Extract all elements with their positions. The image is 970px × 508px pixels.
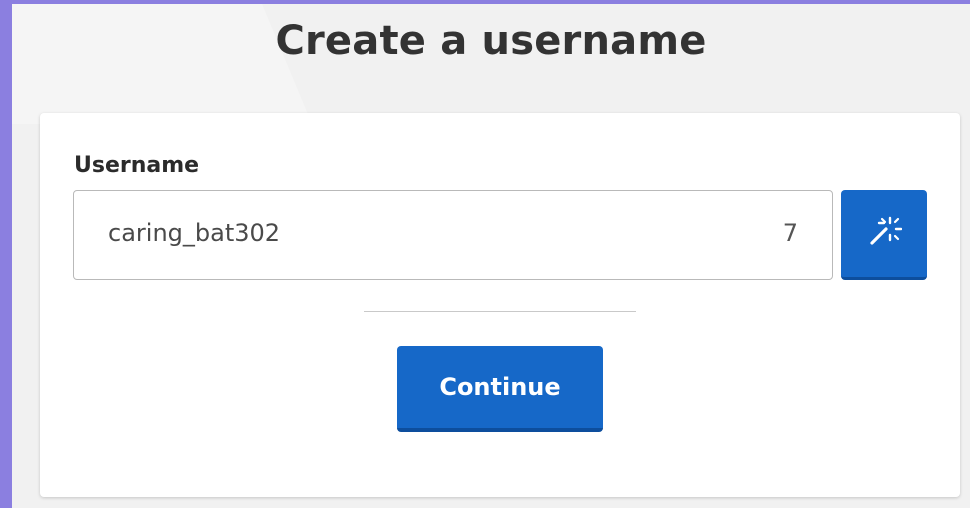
page-background: Create a username Username caring_bat302… [12, 4, 970, 508]
username-input[interactable]: caring_bat302 7 [73, 190, 833, 280]
character-count: 7 [782, 219, 798, 247]
username-card: Username caring_bat302 7 Continue [40, 113, 960, 497]
username-input-value[interactable]: caring_bat302 [108, 219, 280, 247]
username-label: Username [74, 153, 200, 178]
divider [364, 311, 636, 312]
continue-button[interactable]: Continue [397, 346, 603, 432]
generate-username-button[interactable] [841, 190, 927, 280]
magic-wand-icon [866, 213, 903, 254]
page-title: Create a username [275, 18, 707, 64]
